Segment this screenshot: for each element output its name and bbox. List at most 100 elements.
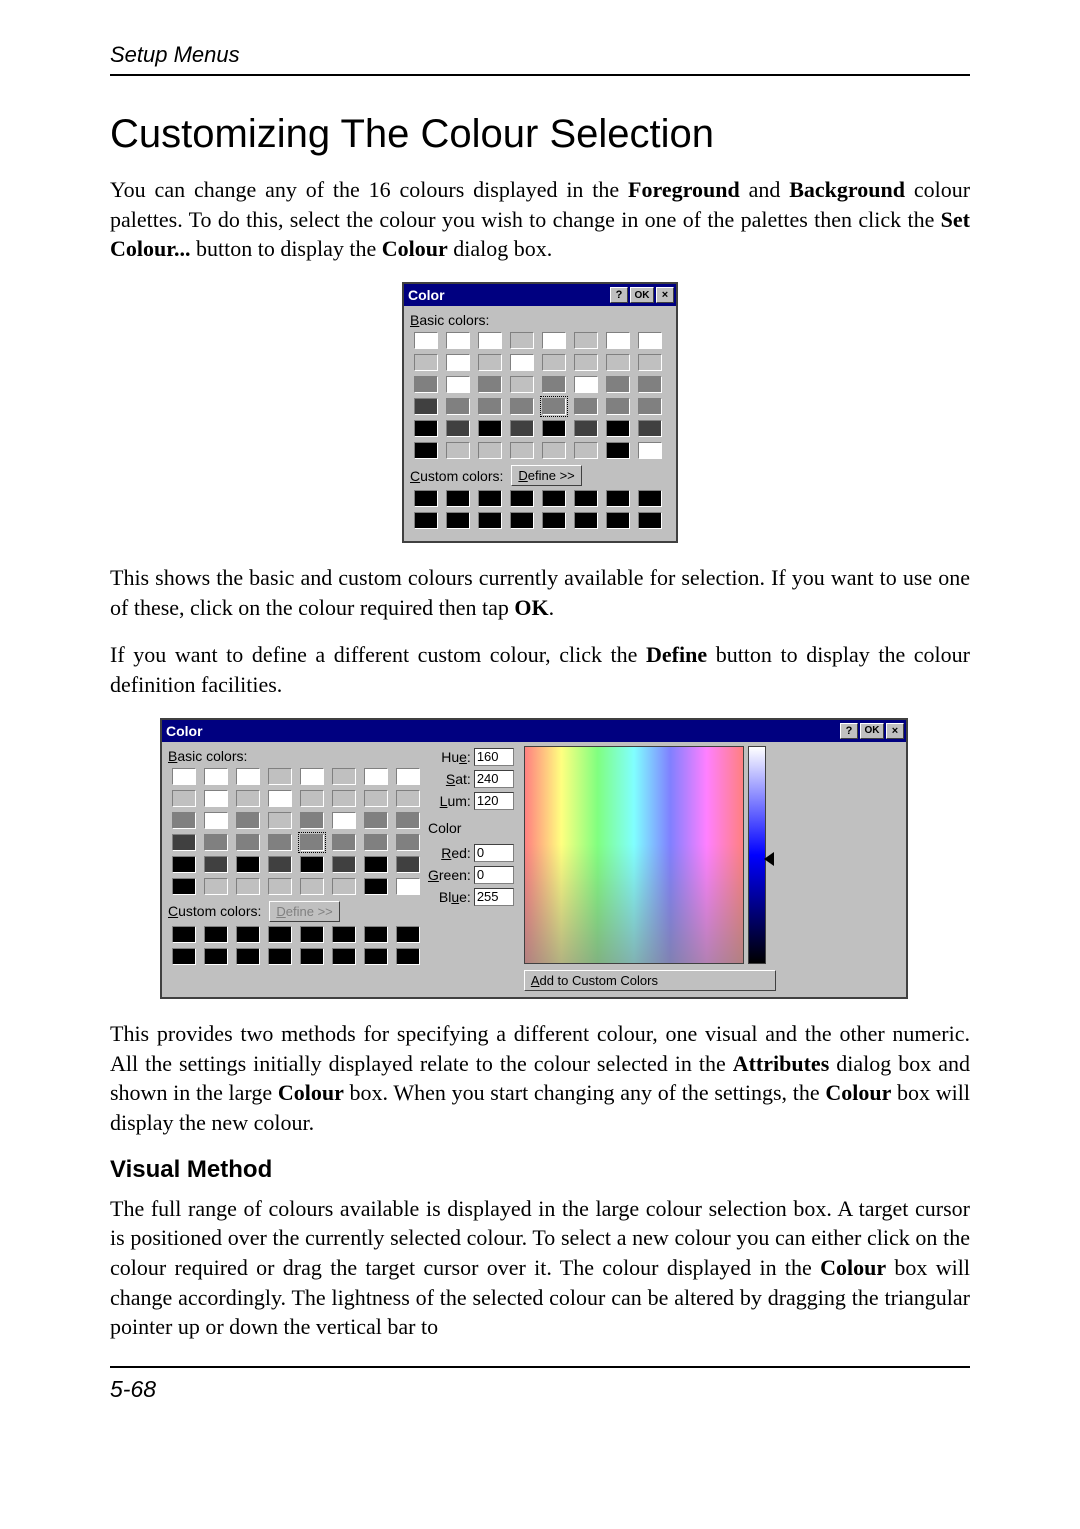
- color-swatch[interactable]: [396, 768, 420, 785]
- color-swatch[interactable]: [414, 354, 438, 371]
- color-swatch[interactable]: [364, 768, 388, 785]
- color-swatch[interactable]: [236, 790, 260, 807]
- color-swatch[interactable]: [204, 878, 228, 895]
- color-swatch[interactable]: [510, 512, 534, 529]
- color-swatch[interactable]: [542, 332, 566, 349]
- color-swatch[interactable]: [478, 490, 502, 507]
- color-swatch[interactable]: [268, 948, 292, 965]
- color-swatch[interactable]: [574, 420, 598, 437]
- color-swatch[interactable]: [300, 878, 324, 895]
- color-swatch[interactable]: [300, 812, 324, 829]
- green-input[interactable]: [474, 866, 514, 884]
- color-swatch[interactable]: [446, 354, 470, 371]
- color-swatch[interactable]: [606, 398, 630, 415]
- color-swatch[interactable]: [606, 354, 630, 371]
- close-button[interactable]: ×: [886, 723, 904, 739]
- close-button[interactable]: ×: [656, 287, 674, 303]
- color-swatch[interactable]: [172, 856, 196, 873]
- color-swatch[interactable]: [414, 398, 438, 415]
- color-swatch[interactable]: [300, 768, 324, 785]
- color-swatch[interactable]: [446, 376, 470, 393]
- color-swatch[interactable]: [638, 442, 662, 459]
- color-swatch[interactable]: [478, 354, 502, 371]
- color-swatch[interactable]: [332, 768, 356, 785]
- color-swatch[interactable]: [478, 332, 502, 349]
- color-swatch[interactable]: [172, 812, 196, 829]
- color-swatch[interactable]: [638, 512, 662, 529]
- color-swatch[interactable]: [396, 834, 420, 851]
- color-swatch[interactable]: [204, 948, 228, 965]
- color-swatch[interactable]: [638, 398, 662, 415]
- add-to-custom-button[interactable]: Add to Custom Colors: [524, 970, 776, 991]
- color-swatch[interactable]: [574, 442, 598, 459]
- color-swatch[interactable]: [574, 512, 598, 529]
- color-swatch[interactable]: [364, 878, 388, 895]
- color-swatch[interactable]: [236, 926, 260, 943]
- color-swatch[interactable]: [414, 332, 438, 349]
- color-swatch[interactable]: [204, 926, 228, 943]
- color-swatch[interactable]: [446, 398, 470, 415]
- color-swatch[interactable]: [236, 768, 260, 785]
- color-swatch[interactable]: [364, 856, 388, 873]
- color-swatch[interactable]: [414, 512, 438, 529]
- color-swatch[interactable]: [638, 490, 662, 507]
- color-swatch[interactable]: [606, 490, 630, 507]
- color-swatch[interactable]: [300, 926, 324, 943]
- color-swatch[interactable]: [268, 856, 292, 873]
- color-swatch[interactable]: [606, 442, 630, 459]
- color-swatch[interactable]: [236, 856, 260, 873]
- color-spectrum[interactable]: [524, 746, 744, 964]
- color-swatch[interactable]: [172, 834, 196, 851]
- color-swatch[interactable]: [510, 398, 534, 415]
- color-swatch[interactable]: [478, 420, 502, 437]
- color-swatch[interactable]: [414, 376, 438, 393]
- color-swatch[interactable]: [268, 768, 292, 785]
- color-swatch[interactable]: [268, 878, 292, 895]
- ok-button[interactable]: OK: [630, 287, 654, 303]
- color-swatch[interactable]: [638, 420, 662, 437]
- color-swatch[interactable]: [268, 926, 292, 943]
- color-swatch[interactable]: [332, 948, 356, 965]
- color-swatch[interactable]: [396, 790, 420, 807]
- color-swatch[interactable]: [542, 398, 566, 415]
- color-swatch[interactable]: [332, 812, 356, 829]
- color-swatch[interactable]: [446, 512, 470, 529]
- color-swatch[interactable]: [172, 768, 196, 785]
- color-swatch[interactable]: [396, 856, 420, 873]
- lum-input[interactable]: [474, 792, 514, 810]
- blue-input[interactable]: [474, 888, 514, 906]
- color-swatch[interactable]: [574, 490, 598, 507]
- define-button[interactable]: Define >>: [511, 465, 581, 486]
- color-swatch[interactable]: [300, 790, 324, 807]
- color-swatch[interactable]: [510, 442, 534, 459]
- color-swatch[interactable]: [236, 812, 260, 829]
- color-swatch[interactable]: [446, 490, 470, 507]
- color-swatch[interactable]: [172, 926, 196, 943]
- color-swatch[interactable]: [172, 948, 196, 965]
- color-swatch[interactable]: [236, 834, 260, 851]
- color-swatch[interactable]: [478, 376, 502, 393]
- hue-input[interactable]: [474, 748, 514, 766]
- color-swatch[interactable]: [510, 354, 534, 371]
- color-swatch[interactable]: [364, 790, 388, 807]
- color-swatch[interactable]: [396, 926, 420, 943]
- color-swatch[interactable]: [414, 490, 438, 507]
- color-swatch[interactable]: [510, 420, 534, 437]
- color-swatch[interactable]: [638, 332, 662, 349]
- color-swatch[interactable]: [574, 354, 598, 371]
- color-swatch[interactable]: [606, 512, 630, 529]
- color-swatch[interactable]: [396, 948, 420, 965]
- color-swatch[interactable]: [542, 420, 566, 437]
- color-swatch[interactable]: [300, 856, 324, 873]
- color-swatch[interactable]: [542, 354, 566, 371]
- color-swatch[interactable]: [542, 512, 566, 529]
- color-swatch[interactable]: [172, 878, 196, 895]
- color-swatch[interactable]: [396, 812, 420, 829]
- color-swatch[interactable]: [204, 856, 228, 873]
- color-swatch[interactable]: [332, 834, 356, 851]
- color-swatch[interactable]: [364, 812, 388, 829]
- color-swatch[interactable]: [364, 926, 388, 943]
- color-swatch[interactable]: [638, 354, 662, 371]
- color-swatch[interactable]: [268, 790, 292, 807]
- color-swatch[interactable]: [396, 878, 420, 895]
